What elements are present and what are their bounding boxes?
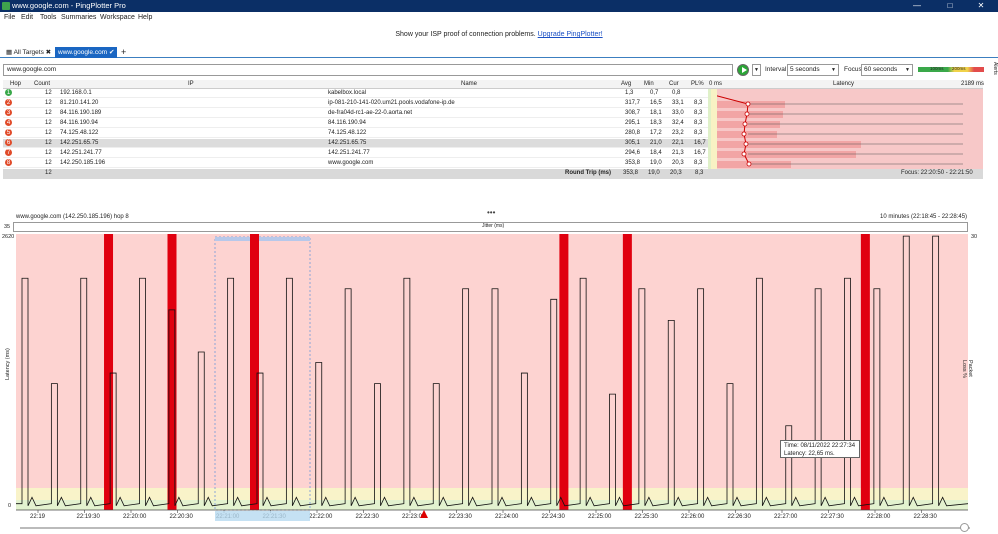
x-tick-label: 22:27:30: [821, 514, 845, 520]
y-axis-label: Latency (ms): [5, 348, 11, 380]
focus-time-highlight: [215, 511, 310, 521]
pl-max-label: 30: [971, 234, 978, 240]
packet-loss-bar: [104, 234, 114, 510]
tooltip-latency: Latency: 22,65 ms.: [784, 451, 835, 457]
focus-selection-top: [215, 237, 310, 241]
tooltip-time: Time: 08/11/2022 22:27:34: [784, 443, 856, 449]
y-min-label: 0: [8, 503, 12, 509]
packet-loss-bar: [860, 234, 870, 510]
packet-loss-bar: [559, 234, 569, 510]
x-tick-label: 22:19:30: [77, 514, 101, 520]
x-tick-label: 22:27:00: [774, 514, 798, 520]
packet-loss-bar: [622, 234, 632, 510]
x-tick-label: 22:19: [30, 514, 46, 520]
x-tick-label: 22:23:30: [449, 514, 473, 520]
pl-axis-label: Packet Loss %: [961, 360, 973, 379]
hover-tooltip: Time: 08/11/2022 22:27:34 Latency: 22,65…: [780, 440, 860, 458]
x-tick-label: 22:20:00: [123, 514, 147, 520]
scroll-thumb[interactable]: [960, 523, 969, 532]
packet-loss-bar: [250, 234, 259, 510]
x-tick-label: 22:24:30: [542, 514, 566, 520]
x-tick-label: 22:22:00: [309, 514, 333, 520]
x-tick-label: 22:24:00: [495, 514, 519, 520]
x-tick-label: 22:28:00: [867, 514, 891, 520]
x-tick-label: 22:26:30: [728, 514, 752, 520]
x-tick-label: 22:26:00: [681, 514, 705, 520]
x-tick-label: 22:20:30: [170, 514, 194, 520]
x-tick-label: 22:25:30: [635, 514, 659, 520]
x-tick-label: 22:22:30: [356, 514, 380, 520]
x-tick-label: 22:25:00: [588, 514, 612, 520]
y-max-label: 2620: [2, 234, 15, 240]
timeline-scrollbar[interactable]: [20, 527, 970, 529]
x-tick-label: 22:28:30: [914, 514, 938, 520]
